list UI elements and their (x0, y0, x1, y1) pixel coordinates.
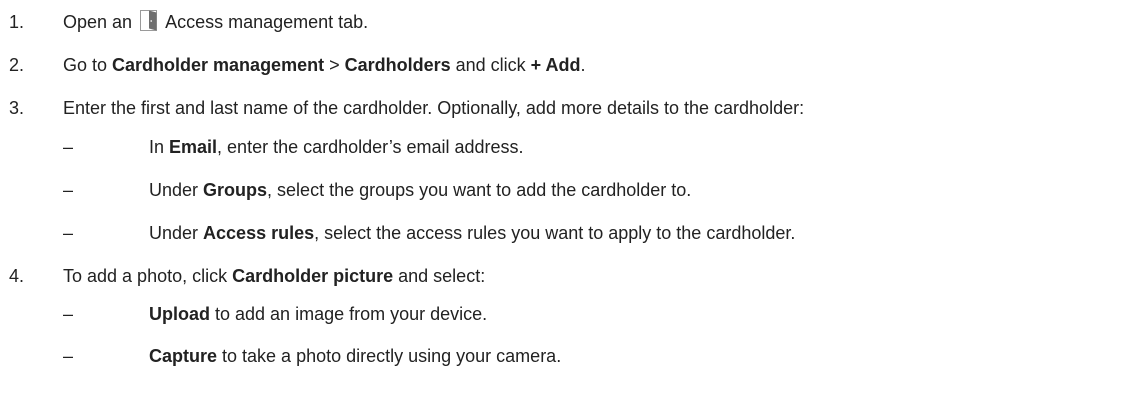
subitem-access-rules: Under Access rules, select the access ru… (149, 221, 795, 245)
step-text: Go to (63, 55, 113, 75)
ui-term: Groups (203, 180, 268, 200)
ui-term: Cardholder management (112, 55, 325, 75)
step-3-text: Enter the first and last name of the car… (63, 98, 805, 118)
step-number: 3. (9, 98, 25, 118)
subitem-email: In Email, enter the cardholder’s email a… (149, 135, 524, 159)
dash-bullet: – (63, 223, 74, 243)
step-text: Under (149, 180, 204, 200)
step-text: , select the groups you want to add the … (267, 180, 692, 200)
dash-bullet: – (63, 304, 74, 324)
dash-bullet: – (63, 137, 74, 157)
step-text: , select the access rules you want to ap… (314, 223, 796, 243)
ui-term: Cardholders (344, 55, 451, 75)
step-text: to take a photo directly using your came… (217, 346, 562, 366)
ui-term: Email (169, 137, 218, 157)
step-text: and click (450, 55, 531, 75)
step-text: Access management tab. (165, 12, 369, 32)
dash-bullet: – (63, 180, 74, 200)
step-number: 2. (9, 55, 25, 75)
ui-term: Access rules (203, 223, 315, 243)
step-2-text: Go to Cardholder management > Cardholder… (63, 53, 586, 77)
step-number: 4. (9, 266, 25, 286)
step-text: . (580, 55, 586, 75)
dash-bullet: – (63, 346, 74, 366)
ui-term: Capture (149, 346, 218, 366)
step-text: > (324, 55, 345, 75)
ui-term: + Add (530, 55, 581, 75)
step-text: Open an (63, 12, 133, 32)
step-4-text: To add a photo, click Cardholder picture… (63, 264, 485, 288)
step-text: To add a photo, click (63, 266, 233, 286)
step-text: and select: (393, 266, 486, 286)
ui-term: Upload (149, 304, 210, 324)
subitem-groups: Under Groups, select the groups you want… (149, 178, 691, 202)
subitem-capture: Capture to take a photo directly using y… (149, 344, 561, 368)
step-1-text: Open an Access management tab. (63, 10, 368, 34)
ui-term: Cardholder picture (232, 266, 394, 286)
step-text: Under (149, 223, 204, 243)
step-text: to add an image from your device. (210, 304, 488, 324)
step-text: , enter the cardholder’s email address. (217, 137, 524, 157)
step-number: 1. (9, 12, 25, 32)
step-text: In (149, 137, 170, 157)
door-icon (140, 10, 158, 31)
subitem-upload: Upload to add an image from your device. (149, 302, 487, 326)
